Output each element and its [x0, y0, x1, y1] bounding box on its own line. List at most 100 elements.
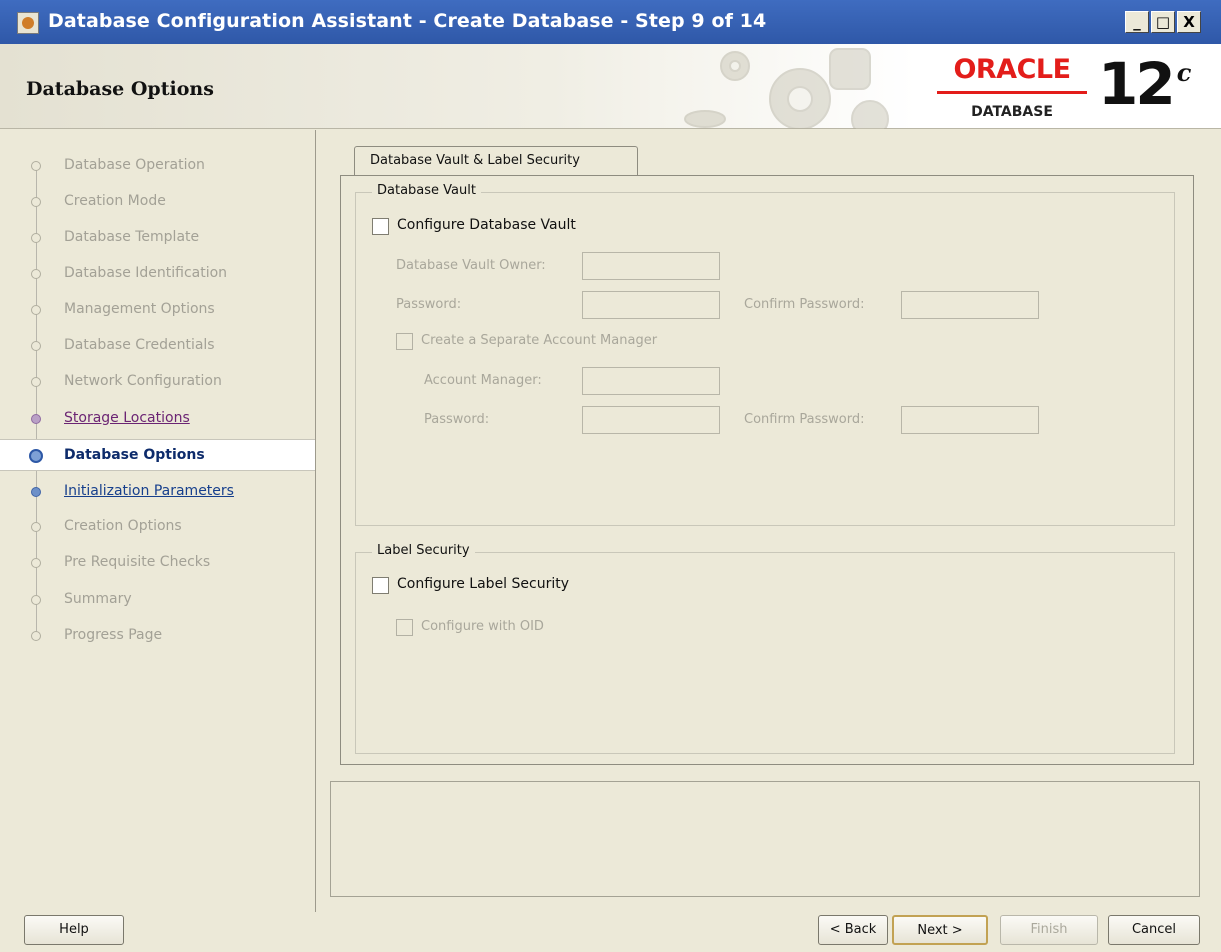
window-title: Database Configuration Assistant - Creat… — [48, 10, 767, 32]
separate-account-manager-label[interactable]: Create a Separate Account Manager — [421, 333, 657, 348]
close-button[interactable]: X — [1177, 11, 1201, 33]
configure-vault-label[interactable]: Configure Database Vault — [397, 217, 576, 233]
am-confirm-password-field[interactable] — [901, 406, 1039, 434]
am-confirm-password-label: Confirm Password: — [744, 412, 865, 427]
nav-step-label: Pre Requisite Checks — [64, 554, 211, 570]
current-step-dot-icon — [29, 449, 43, 463]
nav-step-label: Summary — [64, 591, 132, 607]
nav-step-storage-locations[interactable]: Storage Locations — [0, 403, 315, 435]
nav-step-database-identification: Database Identification — [0, 258, 315, 290]
vault-password-label: Password: — [396, 297, 462, 312]
vault-password-field[interactable] — [582, 291, 720, 319]
nav-step-pre-requisite-checks: Pre Requisite Checks — [0, 547, 315, 579]
message-area — [330, 781, 1200, 897]
am-password-label: Password: — [424, 412, 490, 427]
nav-step-management-options: Management Options — [0, 294, 315, 326]
vault-confirm-password-field[interactable] — [901, 291, 1039, 319]
tab-label: Database Vault & Label Security — [370, 153, 580, 168]
configure-with-oid-checkbox[interactable] — [396, 619, 413, 636]
main-content: Database Vault & Label Security Database… — [317, 130, 1221, 912]
configure-with-oid-label[interactable]: Configure with OID — [421, 619, 544, 634]
page-title: Database Options — [26, 78, 214, 100]
version-badge: 12 c — [1098, 50, 1191, 118]
nav-step-label[interactable]: Storage Locations — [64, 410, 190, 426]
nav-step-database-options: Database Options — [0, 439, 315, 471]
vault-owner-input[interactable] — [583, 253, 719, 279]
cancel-button[interactable]: Cancel — [1108, 915, 1200, 945]
vault-owner-field[interactable] — [582, 252, 720, 280]
tab-panel: Database Vault Configure Database Vault … — [340, 175, 1194, 765]
nav-step-label: Database Operation — [64, 157, 205, 173]
step-dot-icon — [31, 377, 41, 387]
database-vault-group-title: Database Vault — [372, 183, 481, 198]
vault-confirm-password-input[interactable] — [902, 292, 1038, 318]
account-manager-input[interactable] — [583, 368, 719, 394]
vault-confirm-password-label: Confirm Password: — [744, 297, 865, 312]
separate-account-manager-checkbox[interactable] — [396, 333, 413, 350]
java-app-icon — [17, 12, 39, 34]
nav-step-label: Database Template — [64, 229, 200, 245]
nav-step-label: Creation Mode — [64, 193, 166, 209]
am-password-field[interactable] — [582, 406, 720, 434]
step-dot-icon — [31, 269, 41, 279]
title-bar: Database Configuration Assistant - Creat… — [0, 0, 1221, 44]
nav-step-summary: Summary — [0, 584, 315, 616]
step-dot-icon — [31, 595, 41, 605]
nav-step-network-configuration: Network Configuration — [0, 366, 315, 398]
nav-step-label[interactable]: Initialization Parameters — [64, 483, 234, 499]
vault-password-input[interactable] — [583, 292, 719, 318]
label-security-group: Label Security Configure Label Security … — [355, 543, 1175, 754]
version-number: 12 — [1098, 50, 1176, 118]
step-dot-icon — [31, 522, 41, 532]
nav-step-label: Creation Options — [64, 518, 182, 534]
database-vault-group: Database Vault Configure Database Vault … — [355, 183, 1175, 526]
step-dot-icon — [31, 414, 41, 424]
account-manager-field[interactable] — [582, 367, 720, 395]
back-button[interactable]: < Back — [818, 915, 888, 945]
header-banner: Database Options ORACLE DATABASE 12 c — [0, 44, 1221, 129]
configure-vault-checkbox[interactable] — [372, 218, 389, 235]
button-bar: Help < Back Next > Finish Cancel — [0, 912, 1221, 952]
step-dot-icon — [31, 161, 41, 171]
minimize-button[interactable]: _ — [1125, 11, 1149, 33]
nav-step-label: Database Credentials — [64, 337, 215, 353]
nav-step-label: Network Configuration — [64, 373, 222, 389]
configure-label-security-checkbox[interactable] — [372, 577, 389, 594]
step-navigation: Database Operation Creation Mode Databas… — [0, 130, 316, 912]
nav-step-database-template: Database Template — [0, 222, 315, 254]
nav-step-label: Management Options — [64, 301, 215, 317]
step-dot-icon — [31, 631, 41, 641]
nav-step-database-credentials: Database Credentials — [0, 330, 315, 362]
step-dot-icon — [31, 233, 41, 243]
oracle-logo-rule — [937, 91, 1087, 94]
nav-step-creation-options: Creation Options — [0, 511, 315, 543]
finish-button[interactable]: Finish — [1000, 915, 1098, 945]
oracle-brand-text: ORACLE — [953, 54, 1071, 85]
step-dot-icon — [31, 558, 41, 568]
step-dot-icon — [31, 487, 41, 497]
nav-step-initialization-parameters[interactable]: Initialization Parameters — [0, 476, 315, 508]
step-dot-icon — [31, 305, 41, 315]
version-suffix: c — [1176, 58, 1192, 87]
maximize-button[interactable]: □ — [1151, 11, 1175, 33]
help-button[interactable]: Help — [24, 915, 124, 945]
configure-label-security-label[interactable]: Configure Label Security — [397, 576, 569, 592]
nav-step-creation-mode: Creation Mode — [0, 186, 315, 218]
label-security-group-title: Label Security — [372, 543, 475, 558]
account-manager-label: Account Manager: — [424, 373, 542, 388]
tab-vault-label-security[interactable]: Database Vault & Label Security — [354, 146, 638, 176]
am-confirm-password-input[interactable] — [902, 407, 1038, 433]
nav-step-label: Database Options — [64, 447, 205, 463]
oracle-database-text: DATABASE — [971, 104, 1053, 120]
step-dot-icon — [31, 197, 41, 207]
step-dot-icon — [31, 341, 41, 351]
next-button[interactable]: Next > — [892, 915, 988, 945]
am-password-input[interactable] — [583, 407, 719, 433]
nav-step-progress-page: Progress Page — [0, 620, 315, 652]
gears-decoration-icon — [684, 48, 889, 129]
nav-step-database-operation: Database Operation — [0, 150, 315, 182]
nav-step-label: Progress Page — [64, 627, 163, 643]
vault-owner-label: Database Vault Owner: — [396, 258, 546, 273]
oracle-logo: ORACLE DATABASE — [937, 54, 1087, 124]
nav-step-label: Database Identification — [64, 265, 228, 281]
